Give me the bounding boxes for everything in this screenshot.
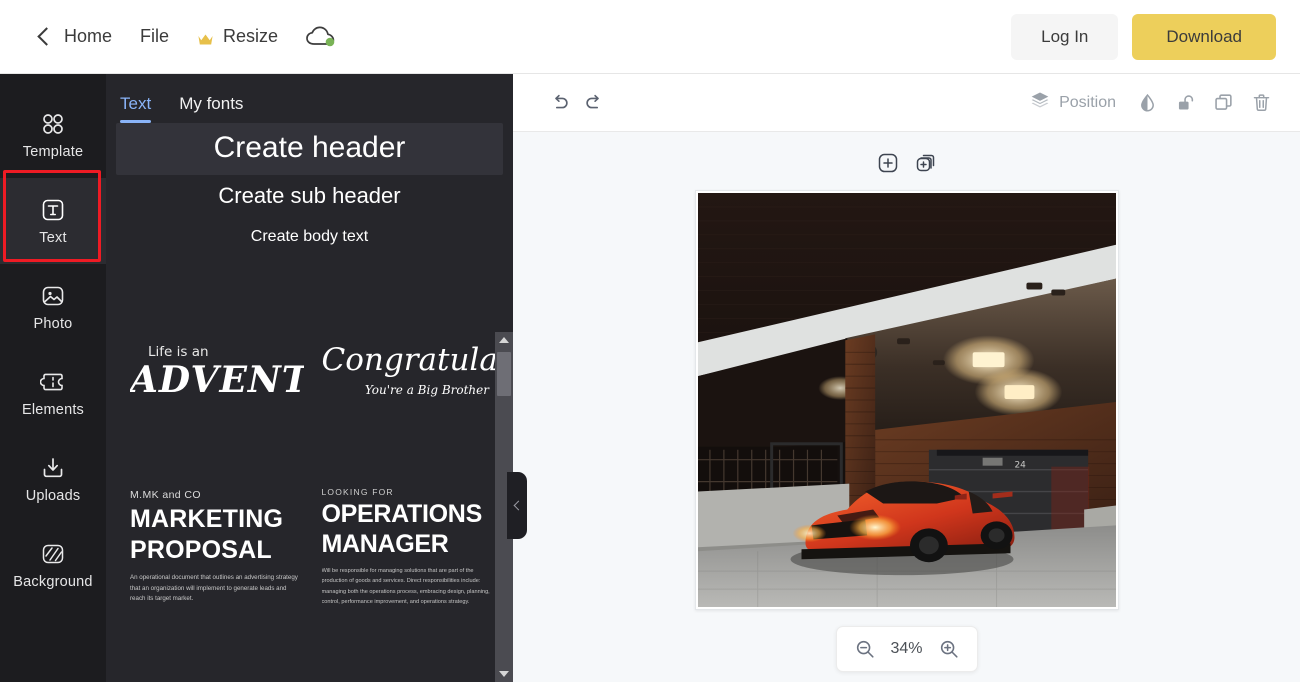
garage-number-label: 24 bbox=[1014, 461, 1026, 471]
duplicate-page-button[interactable] bbox=[913, 150, 939, 176]
sidebar-item-background[interactable]: Background bbox=[0, 522, 106, 608]
tab-text[interactable]: Text bbox=[120, 94, 151, 123]
sidebar-item-label: Text bbox=[39, 230, 66, 246]
grid-four-circles-icon bbox=[40, 111, 66, 137]
lock-button[interactable] bbox=[1168, 86, 1202, 120]
template-title-line1: OPERATIONS bbox=[322, 502, 496, 527]
sidebar-item-text[interactable]: Text bbox=[0, 178, 106, 264]
photo-icon bbox=[40, 283, 66, 309]
template-title-line2: MANAGER bbox=[322, 532, 496, 557]
template-body: Will be responsible for managing solutio… bbox=[322, 566, 496, 606]
template-eyebrow: M.MK and CO bbox=[130, 489, 304, 501]
sidebar-item-photo[interactable]: Photo bbox=[0, 264, 106, 350]
undo-button[interactable] bbox=[543, 86, 577, 120]
delete-button[interactable] bbox=[1244, 86, 1278, 120]
zoom-control-bar: 34% bbox=[836, 626, 978, 672]
page-tools bbox=[875, 150, 939, 176]
sidebar-item-label: Background bbox=[13, 574, 92, 590]
triangle-down-icon bbox=[499, 671, 509, 677]
scrollbar-thumb[interactable] bbox=[497, 352, 511, 396]
text-template-grid: Life is an ADVENTURE Congratulations! Yo… bbox=[106, 269, 513, 682]
sidebar-item-elements[interactable]: Elements bbox=[0, 350, 106, 436]
resize-label: Resize bbox=[223, 26, 278, 47]
sidebar-item-label: Elements bbox=[22, 402, 84, 418]
resize-button[interactable]: Resize bbox=[183, 18, 292, 55]
home-label: Home bbox=[64, 26, 112, 47]
preset-create-header[interactable]: Create header bbox=[116, 123, 503, 175]
template-card-congratulations-big-brother[interactable]: Congratulations! You're a Big Brother bbox=[322, 287, 496, 455]
redo-button[interactable] bbox=[577, 86, 611, 120]
template-preview: Congratulations! You're a Big Brother bbox=[322, 345, 496, 397]
sidebar-item-label: Photo bbox=[34, 316, 73, 332]
graphic-editor-app: Home File Resize Log In Download bbox=[0, 0, 1300, 682]
top-bar: Home File Resize Log In Download bbox=[0, 0, 1300, 74]
template-eyebrow: LOOKING FOR bbox=[322, 487, 496, 497]
sidebar-item-uploads[interactable]: Uploads bbox=[0, 436, 106, 522]
main-body: Template Text bbox=[0, 74, 1300, 682]
upload-download-arrow-icon bbox=[40, 455, 66, 481]
crown-icon bbox=[197, 30, 214, 43]
top-bar-right-group: Log In Download bbox=[1011, 14, 1276, 60]
template-card-marketing-proposal[interactable]: M.MK and CO MARKETING PROPOSAL An operat… bbox=[130, 463, 304, 631]
template-body: An operational document that outlines an… bbox=[130, 573, 304, 606]
template-title: Congratulations! bbox=[322, 345, 496, 376]
triangle-up-icon bbox=[499, 337, 509, 343]
panel-collapse-handle[interactable] bbox=[507, 472, 527, 539]
position-button[interactable]: Position bbox=[1020, 84, 1126, 121]
template-subtitle: You're a Big Brother bbox=[322, 383, 490, 397]
template-preview: LOOKING FOR OPERATIONS MANAGER Will be r… bbox=[322, 487, 496, 606]
file-label: File bbox=[140, 26, 169, 47]
template-title-line2: PROPOSAL bbox=[130, 538, 304, 564]
scrollbar-up-button[interactable] bbox=[495, 332, 513, 348]
zoom-level-label: 34% bbox=[885, 640, 929, 658]
editor-area: Position bbox=[513, 74, 1300, 682]
position-label: Position bbox=[1059, 94, 1116, 112]
sidebar-item-label: Uploads bbox=[26, 488, 81, 504]
preset-create-sub-header[interactable]: Create sub header bbox=[116, 175, 503, 219]
zoom-out-button[interactable] bbox=[851, 635, 879, 663]
scrollbar-down-button[interactable] bbox=[495, 666, 513, 682]
panel-tab-bar: Text My fonts bbox=[106, 74, 513, 123]
tab-my-fonts[interactable]: My fonts bbox=[179, 94, 243, 123]
template-card-operations-manager[interactable]: LOOKING FOR OPERATIONS MANAGER Will be r… bbox=[322, 463, 496, 631]
home-button[interactable]: Home bbox=[26, 18, 126, 55]
elements-ticket-icon bbox=[40, 369, 66, 395]
text-box-icon bbox=[40, 197, 66, 223]
canvas-page[interactable]: 24 bbox=[695, 190, 1119, 610]
download-button[interactable]: Download bbox=[1132, 14, 1276, 60]
template-preview: Life is an ADVENTURE bbox=[130, 344, 304, 398]
login-button[interactable]: Log In bbox=[1011, 14, 1118, 60]
file-menu-button[interactable]: File bbox=[126, 18, 183, 55]
top-bar-left-group: Home File Resize bbox=[26, 18, 338, 55]
canvas-area: 24 bbox=[513, 132, 1300, 682]
cloud-sync-icon[interactable] bbox=[304, 22, 338, 52]
editor-toolbar: Position bbox=[513, 74, 1300, 132]
preset-create-body-text[interactable]: Create body text bbox=[116, 219, 503, 257]
background-stripes-icon bbox=[40, 541, 66, 567]
sidebar-item-template[interactable]: Template bbox=[0, 92, 106, 178]
add-page-button[interactable] bbox=[875, 150, 901, 176]
chevron-left-icon bbox=[37, 27, 55, 45]
transparency-button[interactable] bbox=[1130, 86, 1164, 120]
template-eyebrow: Life is an bbox=[148, 344, 304, 360]
canvas-artwork-image[interactable]: 24 bbox=[698, 193, 1116, 607]
editor-toolbar-right: Position bbox=[1020, 84, 1278, 121]
template-title: ADVENTURE bbox=[130, 362, 304, 398]
template-preview: M.MK and CO MARKETING PROPOSAL An operat… bbox=[130, 489, 304, 606]
zoom-in-button[interactable] bbox=[935, 635, 963, 663]
text-preset-list: Create header Create sub header Create b… bbox=[106, 123, 513, 257]
template-card-life-is-an-adventure[interactable]: Life is an ADVENTURE bbox=[130, 287, 304, 455]
duplicate-button[interactable] bbox=[1206, 86, 1240, 120]
chevron-left-icon bbox=[514, 501, 524, 511]
text-panel: Text My fonts Create header Create sub h… bbox=[106, 74, 513, 682]
template-title-line1: MARKETING bbox=[130, 507, 304, 533]
left-nav-rail: Template Text bbox=[0, 74, 106, 682]
garage-photo-illustration: 24 bbox=[698, 193, 1116, 607]
sidebar-item-label: Template bbox=[23, 144, 83, 160]
layers-icon bbox=[1030, 90, 1050, 115]
